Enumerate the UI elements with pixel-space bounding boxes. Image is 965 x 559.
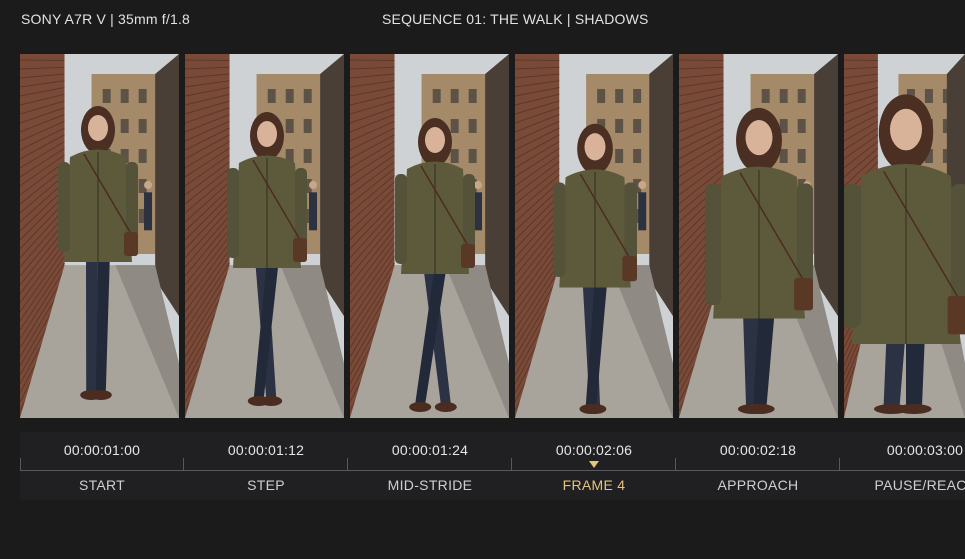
top-bar: SONY A7R V | 35mm f/1.8 SEQUENCE 01: THE… xyxy=(0,0,965,40)
frame-label-mid-stride[interactable]: MID-STRIDE xyxy=(348,477,512,493)
timeline-tick xyxy=(20,458,21,470)
timecode-row: 00:00:01:00 00:00:01:12 00:00:01:24 00:0… xyxy=(20,432,965,470)
sequence-title: SEQUENCE 01: THE WALK | SHADOWS xyxy=(382,11,649,27)
timeline-tick xyxy=(839,458,840,470)
frame-label-pause-react[interactable]: PAUSE/REACT xyxy=(840,477,965,493)
camera-info: SONY A7R V | 35mm f/1.8 xyxy=(21,11,191,27)
frame-label-step[interactable]: STEP xyxy=(184,477,348,493)
timeline: 00:00:01:00 00:00:01:12 00:00:01:24 00:0… xyxy=(20,432,965,500)
frame-image xyxy=(20,54,179,418)
timeline-tick xyxy=(511,458,512,470)
timecode-2: 00:00:01:12 xyxy=(227,442,305,458)
frame-thumbnail-5[interactable] xyxy=(679,54,838,418)
frame-image xyxy=(185,54,344,418)
frame-label-approach[interactable]: APPROACH xyxy=(676,477,840,493)
frame-thumbnail-1[interactable] xyxy=(20,54,179,418)
frame-label-start[interactable]: START xyxy=(20,477,184,493)
timecode-3: 00:00:01:24 xyxy=(391,442,469,458)
film-strip xyxy=(20,54,965,418)
frame-label-row: START STEP MID-STRIDE FRAME 4 APPROACH P… xyxy=(20,470,965,500)
frame-image xyxy=(844,54,965,418)
frame-thumbnail-6[interactable] xyxy=(844,54,965,418)
frame-image xyxy=(679,54,838,418)
frame-image xyxy=(350,54,509,418)
timecode-1: 00:00:01:00 xyxy=(63,442,141,458)
playhead-marker[interactable] xyxy=(589,461,599,468)
frame-thumbnail-3[interactable] xyxy=(350,54,509,418)
timecode-4: 00:00:02:06 xyxy=(555,442,633,458)
timecode-5: 00:00:02:18 xyxy=(719,442,797,458)
frame-label-frame-4[interactable]: FRAME 4 xyxy=(512,477,676,493)
timeline-tick xyxy=(675,458,676,470)
timeline-tick xyxy=(183,458,184,470)
timeline-tick xyxy=(347,458,348,470)
timecode-6: 00:00:03:00 xyxy=(886,442,964,458)
frame-thumbnail-4[interactable] xyxy=(515,54,673,418)
frame-thumbnail-2[interactable] xyxy=(185,54,344,418)
frame-image xyxy=(515,54,673,418)
